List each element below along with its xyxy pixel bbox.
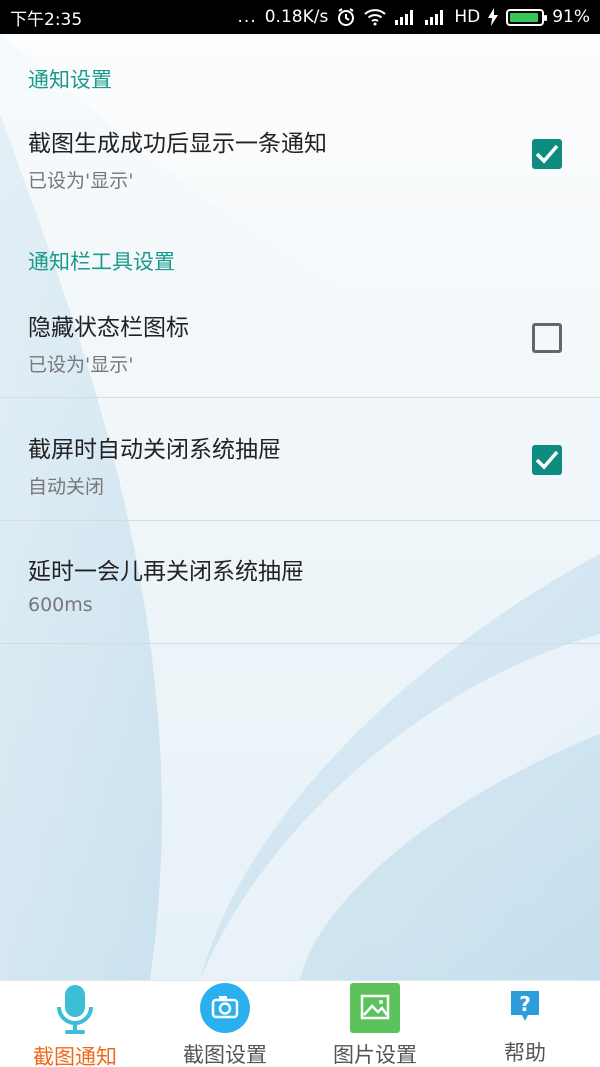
camera-icon [199,983,251,1033]
net-speed: 0.18K/s [264,7,329,27]
microphone-icon [49,983,101,1035]
checkbox-hide-status-icon[interactable] [532,323,562,353]
nav-label: 截图设置 [183,1043,267,1067]
help-icon: ? [499,983,551,1031]
setting-subtitle: 600ms [28,594,93,616]
divider [0,643,600,644]
battery-icon [506,8,548,26]
setting-title: 延时一会儿再关闭系统抽屉 [28,559,304,585]
divider [0,520,600,521]
nav-label: 帮助 [504,1041,546,1065]
signal-icon [394,9,416,25]
status-time: 下午2:35 [10,9,83,30]
network-type: HD [454,7,481,27]
setting-subtitle: 已设为'显示' [28,354,134,376]
divider [0,397,600,398]
setting-row-show-notification[interactable]: 截图生成成功后显示一条通知 已设为'显示' [0,124,600,194]
nav-item-screenshot-notification[interactable]: 截图通知 [0,981,150,1067]
setting-row-delay-close-drawer[interactable]: 延时一会儿再关闭系统抽屉 600ms [0,552,600,622]
nav-item-help[interactable]: ? 帮助 [450,981,600,1067]
section-header-notification: 通知设置 [28,68,112,92]
bottom-nav: 截图通知 截图设置 图片设置 ? 帮助 [0,980,600,1067]
setting-subtitle: 自动关闭 [28,476,105,498]
setting-row-hide-status-icon[interactable]: 隐藏状态栏图标 已设为'显示' [0,308,600,378]
wifi-icon [364,8,386,26]
alarm-icon [336,7,356,27]
setting-title: 隐藏状态栏图标 [28,315,189,341]
nav-item-image-settings[interactable]: 图片设置 [300,981,450,1067]
setting-title: 截屏时自动关闭系统抽屉 [28,437,281,463]
checkbox-auto-close-drawer[interactable] [532,445,562,475]
nav-label: 图片设置 [333,1043,417,1067]
setting-title: 截图生成成功后显示一条通知 [28,131,327,157]
nav-label: 截图通知 [33,1045,117,1067]
setting-subtitle: 已设为'显示' [28,170,134,192]
status-bar: 下午2:35 ... 0.18K/s HD 91% [0,0,600,34]
image-icon [349,983,401,1033]
charging-icon [488,8,499,26]
signal-icon [424,9,446,25]
overflow-dots: ... [237,7,257,27]
nav-item-screenshot-settings[interactable]: 截图设置 [150,981,300,1067]
battery-percent: 91% [552,7,590,27]
svg-text:?: ? [519,992,531,1016]
setting-row-auto-close-drawer[interactable]: 截屏时自动关闭系统抽屉 自动关闭 [0,430,600,500]
section-header-notification-toolbar: 通知栏工具设置 [28,250,175,274]
checkbox-show-notification[interactable] [532,139,562,169]
